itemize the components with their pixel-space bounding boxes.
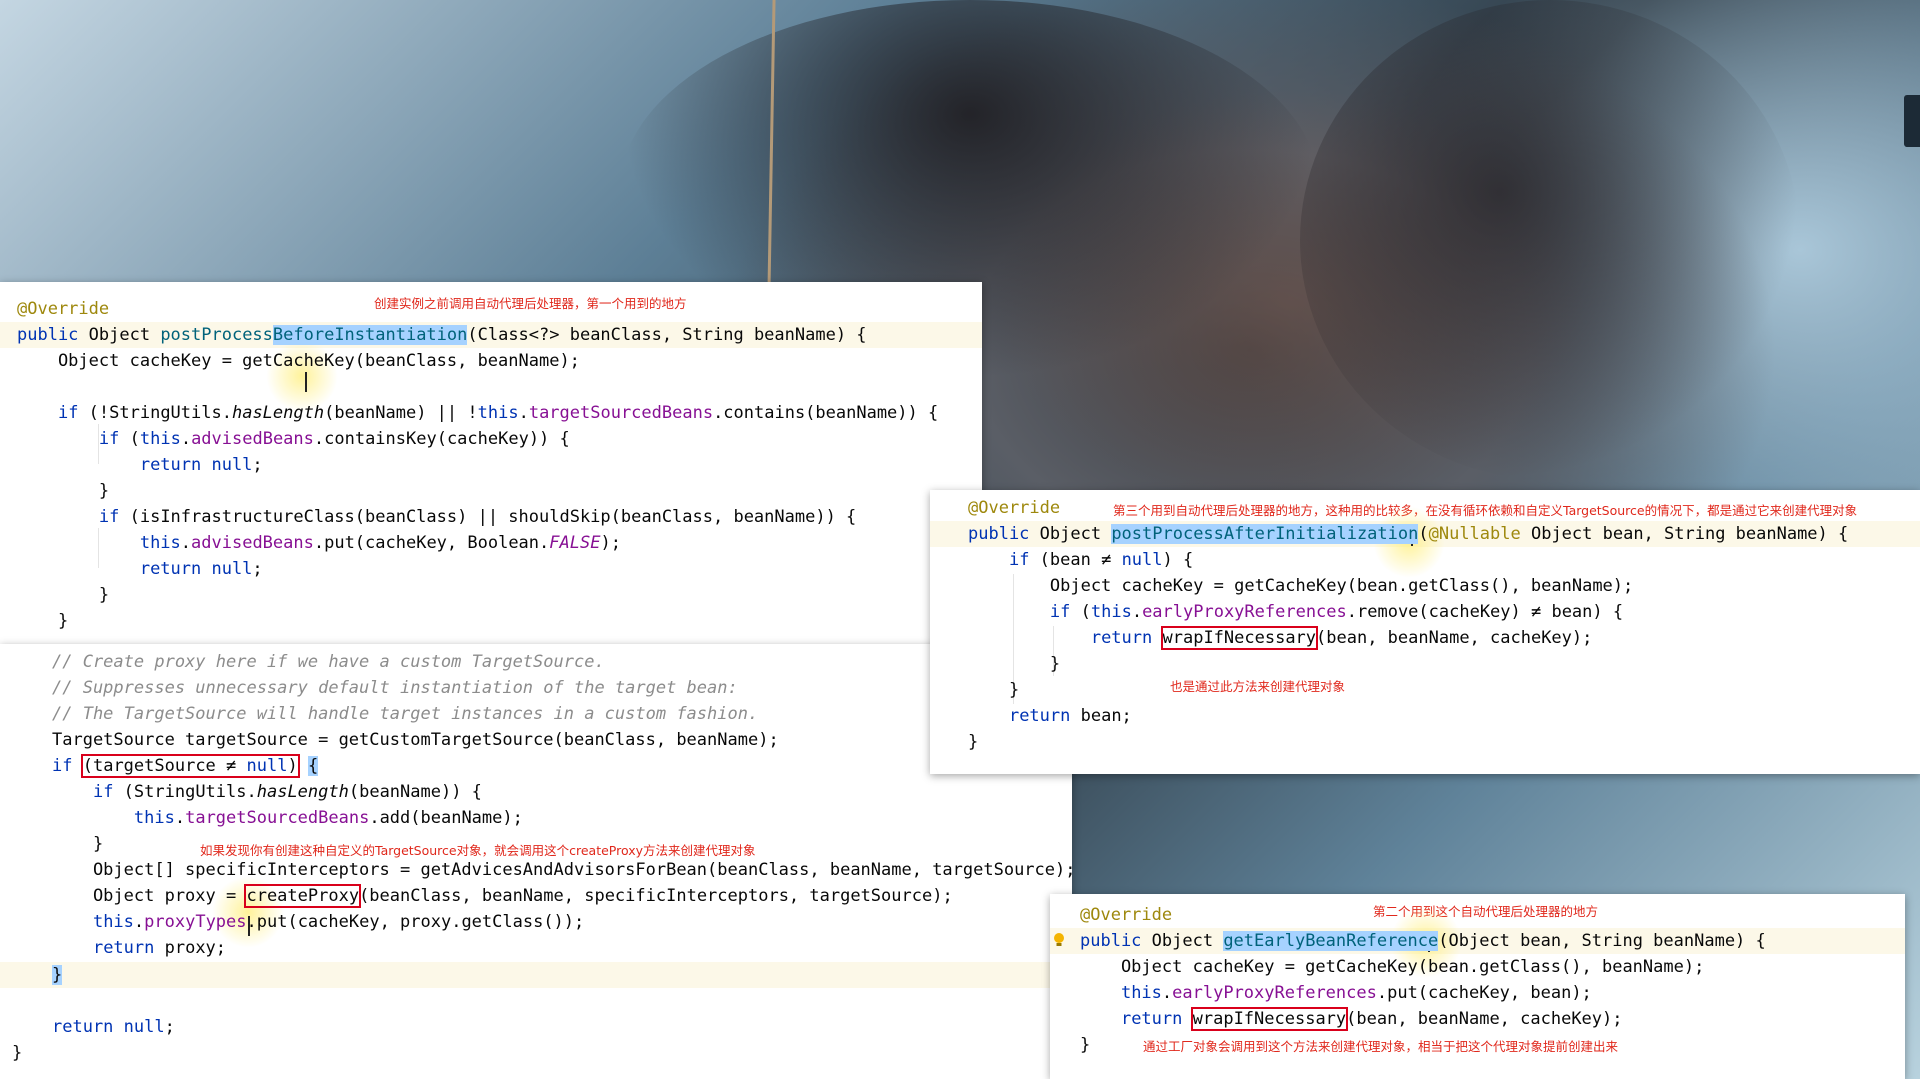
- code-line: return null;: [52, 1017, 175, 1037]
- lightbulb-icon[interactable]: [1053, 930, 1065, 946]
- code-line: if (this.advisedBeans.containsKey(cacheK…: [98, 429, 570, 449]
- code-line: return null;: [139, 559, 263, 579]
- side-panel-tab[interactable]: [1904, 95, 1920, 147]
- code-panel-custom-target-source: // Create proxy here if we have a custom…: [0, 644, 1076, 1079]
- code-line: Object cacheKey = getCacheKey(bean.getCl…: [1080, 957, 1705, 977]
- code-line: public Object postProcessAfterInitializa…: [968, 524, 1849, 544]
- code-line: this.proxyTypes.put(cacheKey, proxy.getC…: [92, 912, 585, 932]
- code-line: public Object getEarlyBeanReference(Obje…: [1080, 931, 1766, 951]
- code-line: return bean;: [1008, 706, 1132, 726]
- note-factory-early-proxy: 通过工厂对象会调用到这个方法来创建代理对象，相当于把这个代理对象提前创建出来: [1143, 1039, 1619, 1054]
- code-panel-early-bean-reference: 第二个用到这个自动代理后处理器的地方 @Override public Obje…: [1050, 894, 1905, 1079]
- code-line: this.advisedBeans.put(cacheKey, Boolean.…: [139, 533, 621, 553]
- code-line: if (this.earlyProxyReferences.remove(cac…: [1049, 602, 1624, 622]
- text-cursor: [305, 372, 307, 392]
- code-line: if (targetSource ≠ null) {: [52, 754, 319, 778]
- code-line: }: [17, 481, 110, 501]
- code-line: public Object postProcessBeforeInstantia…: [17, 325, 867, 345]
- code-line: // Create proxy here if we have a custom…: [52, 652, 605, 672]
- code-line: this.earlyProxyReferences.put(cacheKey, …: [1120, 983, 1592, 1003]
- code-line: @Override: [17, 299, 110, 319]
- code-line: }: [12, 1043, 23, 1063]
- code-line: @Override: [1080, 905, 1173, 925]
- code-line: return null;: [139, 455, 263, 475]
- code-line: }: [17, 611, 69, 631]
- wallpaper-shape: [1300, 0, 1800, 480]
- code-line: // The TargetSource will handle target i…: [52, 704, 759, 724]
- code-line: if (isInfrastructureClass(beanClass) || …: [98, 507, 857, 527]
- code-line: @Override: [968, 498, 1061, 518]
- code-line: if (bean ≠ null) {: [1008, 550, 1194, 570]
- code-panel-after-initialization: 第三个用到自动代理后处理器的地方，这种用的比较多，在没有循环依赖和自定义Targ…: [930, 490, 1920, 774]
- code-line: return wrapIfNecessary(bean, beanName, c…: [1090, 626, 1593, 650]
- code-line: if (!StringUtils.hasLength(beanName) || …: [57, 403, 939, 423]
- code-line: Object cacheKey = getCacheKey(bean.getCl…: [968, 576, 1634, 596]
- code-line: }: [968, 680, 1020, 700]
- code-line: }: [968, 654, 1061, 674]
- code-line: Object[] specificInterceptors = getAdvic…: [52, 860, 1076, 880]
- code-line: this.targetSourcedBeans.add(beanName);: [133, 808, 523, 828]
- code-line: }: [968, 732, 979, 752]
- code-line: Object proxy = createProxy(beanClass, be…: [52, 884, 953, 908]
- code-line: return wrapIfNecessary(bean, beanName, c…: [1120, 1007, 1623, 1031]
- code-line: TargetSource targetSource = getCustomTar…: [52, 730, 779, 750]
- code-line: Object cacheKey = getCacheKey(beanClass,…: [17, 351, 580, 371]
- code-panel-before-instantiation: 创建实例之前调用自动代理后处理器，第一个用到的地方 @Override publ…: [0, 282, 982, 644]
- code-line: // Suppresses unnecessary default instan…: [52, 678, 738, 698]
- code-line: }: [17, 585, 110, 605]
- code-line: return proxy;: [92, 938, 227, 958]
- code-line: if (StringUtils.hasLength(beanName)) {: [92, 782, 482, 802]
- code-line: }: [52, 965, 63, 985]
